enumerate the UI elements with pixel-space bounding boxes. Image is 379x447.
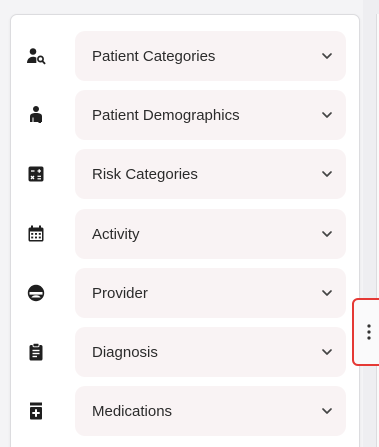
patient-search-icon <box>25 45 47 67</box>
filter-label: Risk Categories <box>92 165 198 183</box>
medicine-box-icon <box>25 400 47 422</box>
chevron-down-icon <box>322 349 332 355</box>
filter-row-patient-categories: Patient Categories <box>11 31 359 81</box>
chevron-down-icon <box>322 171 332 177</box>
filter-dropdown-activity[interactable]: Activity <box>75 209 346 259</box>
chevron-down-icon <box>322 408 332 414</box>
filter-row-risk-categories: Risk Categories <box>11 149 359 199</box>
chevron-down-icon <box>322 231 332 237</box>
filter-label: Activity <box>92 225 140 243</box>
calculator-icon <box>25 163 47 185</box>
filter-dropdown-diagnosis[interactable]: Diagnosis <box>75 327 346 377</box>
person-demographics-icon <box>25 104 47 126</box>
filter-dropdown-patient-demographics[interactable]: Patient Demographics <box>75 90 346 140</box>
calendar-icon <box>25 223 47 245</box>
filter-row-diagnosis: Diagnosis <box>11 327 359 377</box>
chevron-down-icon <box>322 112 332 118</box>
filter-row-activity: Activity <box>11 209 359 259</box>
filter-label: Medications <box>92 402 173 420</box>
filter-row-medications: Medications <box>11 386 359 436</box>
filter-row-provider: Provider <box>11 268 359 318</box>
filter-label: Patient Categories <box>92 47 216 65</box>
panel-resize-handle[interactable] <box>352 298 379 366</box>
filter-label: Patient Demographics <box>92 106 240 124</box>
filter-label: Provider <box>92 284 148 302</box>
filter-dropdown-provider[interactable]: Provider <box>75 268 346 318</box>
chevron-down-icon <box>322 290 332 296</box>
filter-dropdown-patient-categories[interactable]: Patient Categories <box>75 31 346 81</box>
chevron-down-icon <box>322 53 332 59</box>
clipboard-icon <box>25 341 47 363</box>
filter-label: Diagnosis <box>92 343 158 361</box>
account-circle-icon <box>25 282 47 304</box>
filter-dropdown-risk-categories[interactable]: Risk Categories <box>75 149 346 199</box>
filter-panel: Patient Categories Patient Demographics <box>10 14 360 447</box>
vertical-dots-icon <box>367 324 371 340</box>
filter-row-patient-demographics: Patient Demographics <box>11 90 359 140</box>
filter-dropdown-medications[interactable]: Medications <box>75 386 346 436</box>
